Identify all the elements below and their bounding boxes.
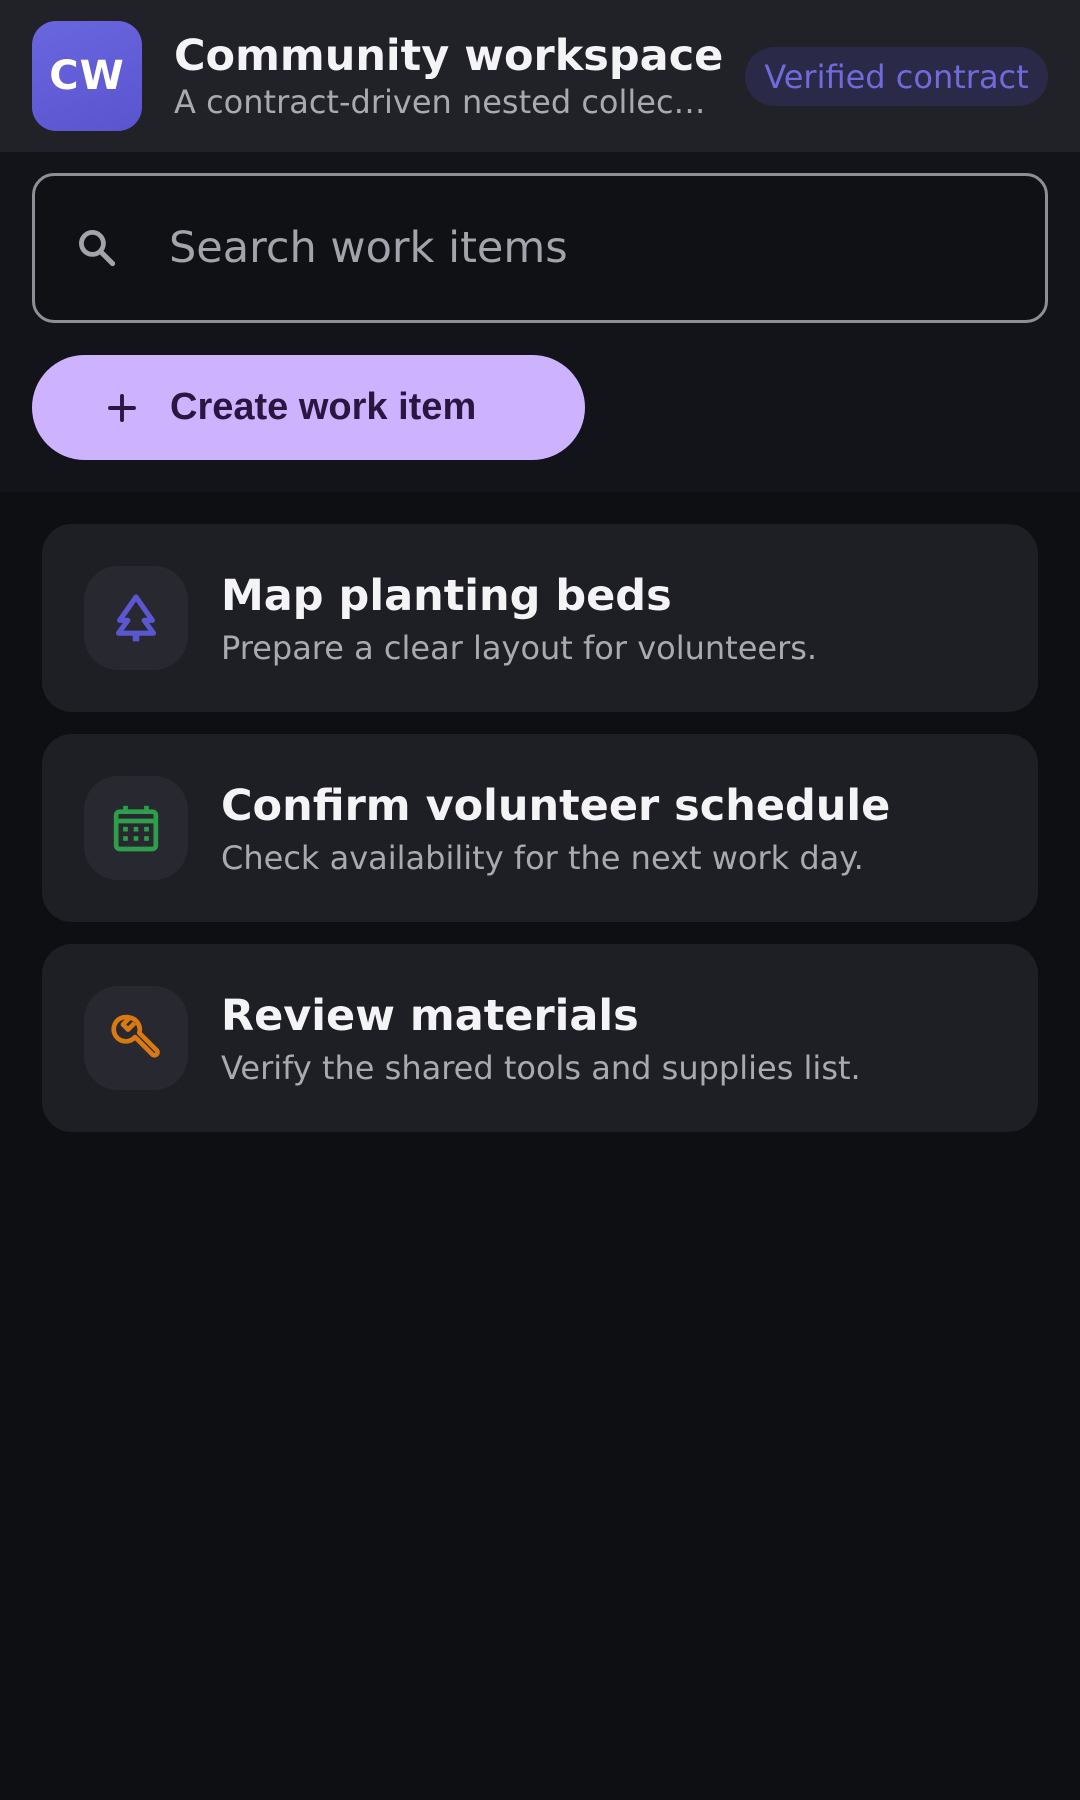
search-input[interactable] — [167, 196, 1007, 300]
item-icon-box — [84, 566, 188, 670]
item-description: Verify the shared tools and supplies lis… — [221, 1049, 861, 1087]
app-bar: CW Community workspace A contract-driven… — [0, 0, 1080, 152]
item-description: Prepare a clear layout for volunteers. — [221, 629, 818, 667]
title-block: Community workspace A contract-driven ne… — [174, 30, 724, 122]
work-item-card[interactable]: Map planting beds Prepare a clear layout… — [42, 524, 1038, 712]
search-icon — [79, 230, 116, 267]
workspace-avatar: CW — [32, 21, 142, 131]
verified-badge: Verified contract — [745, 47, 1048, 106]
item-title: Review materials — [221, 991, 639, 1041]
item-title: Confirm volunteer schedule — [221, 781, 891, 831]
item-description: Check availability for the next work day… — [221, 839, 864, 877]
search-box[interactable] — [32, 173, 1048, 323]
item-icon-box — [84, 776, 188, 880]
workspace-title: Community workspace — [174, 31, 724, 81]
wrench-icon — [111, 1014, 160, 1058]
work-item-card[interactable]: Review materials Verify the shared tools… — [42, 944, 1038, 1132]
tree-icon — [115, 594, 157, 642]
item-title: Map planting beds — [221, 571, 672, 621]
create-work-item-button[interactable]: Create work item — [32, 355, 585, 460]
item-icon-box — [84, 986, 188, 1090]
plus-icon — [108, 393, 136, 422]
create-button-label: Create work item — [170, 386, 477, 428]
calendar-icon — [113, 805, 159, 852]
workspace-subtitle: A contract-driven nested collect… — [174, 83, 714, 121]
work-item-card[interactable]: Confirm volunteer schedule Check availab… — [42, 734, 1038, 922]
